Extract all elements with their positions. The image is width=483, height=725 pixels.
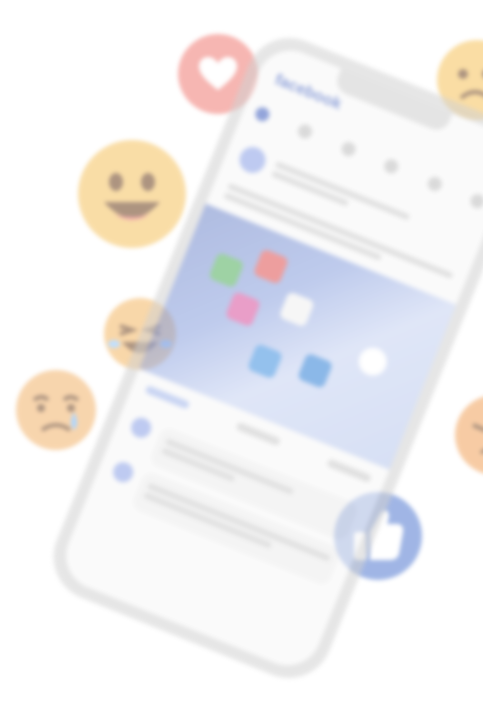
notifications-icon [425, 174, 444, 193]
angry-emoji-icon [455, 395, 483, 475]
app-tile-icon [208, 251, 245, 289]
app-tile-icon [246, 343, 284, 380]
illustration: facebook [0, 0, 483, 725]
app-tile-icon [252, 248, 290, 285]
laughing-face [104, 173, 160, 220]
watch-icon [339, 139, 358, 159]
heart-shape [199, 57, 237, 90]
crying-emoji-icon [16, 370, 96, 450]
avatar [235, 142, 270, 177]
crying-face [32, 395, 80, 432]
home-icon [253, 105, 272, 124]
laughing-emoji-icon [78, 140, 186, 248]
app-tile-icon [296, 352, 334, 389]
app-tile-icon [278, 291, 316, 328]
share-action-placeholder [326, 458, 372, 484]
friends-icon [296, 122, 315, 141]
avatar [110, 459, 137, 486]
angry-face [472, 423, 483, 455]
like-action-placeholder [144, 384, 191, 410]
menu-icon [468, 192, 483, 211]
comment-action-placeholder [235, 421, 282, 447]
app-tile-icon [224, 290, 262, 328]
app-tile-icon [354, 343, 391, 380]
groups-icon [382, 157, 401, 176]
avatar [128, 414, 155, 441]
